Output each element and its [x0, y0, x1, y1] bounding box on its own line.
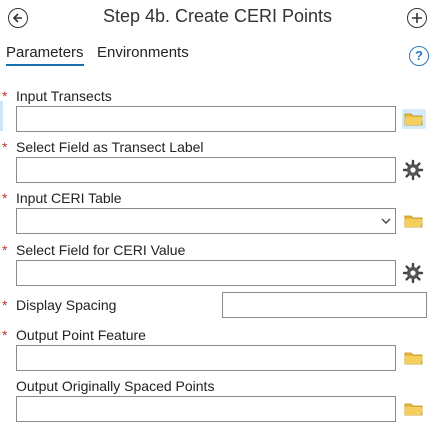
add-icon	[412, 13, 422, 23]
input-transects-label: Input Transects	[16, 88, 112, 104]
required-marker: *	[2, 297, 8, 313]
output-point-feature-browse-button[interactable]	[402, 348, 426, 368]
folder-icon	[404, 113, 423, 126]
transect-label-field-input[interactable]	[16, 157, 396, 183]
ceri-table-browse-button[interactable]	[402, 211, 426, 231]
transect-label-settings-button[interactable]	[402, 159, 424, 181]
tab-bar: Parameters Environments	[6, 44, 306, 70]
input-transects-browse-button[interactable]	[402, 109, 426, 129]
chevron-down-icon	[381, 218, 391, 224]
required-marker: *	[2, 139, 8, 155]
ceri-value-settings-button[interactable]	[402, 262, 424, 284]
tab-parameters[interactable]: Parameters	[6, 44, 84, 66]
gear-icon	[402, 159, 424, 181]
folder-icon	[404, 215, 423, 228]
input-transects-field[interactable]	[16, 106, 396, 132]
tab-environments[interactable]: Environments	[97, 44, 189, 61]
required-marker: *	[2, 190, 8, 206]
output-point-feature-field[interactable]	[16, 345, 396, 371]
display-spacing-label: Display Spacing	[16, 297, 117, 313]
page-title: Step 4b. Create CERI Points	[102, 6, 333, 26]
ceri-table-label: Input CERI Table	[16, 190, 122, 206]
gear-icon	[402, 262, 424, 284]
ceri-value-field-label: Select Field for CERI Value	[16, 242, 186, 258]
required-marker: *	[2, 242, 8, 258]
ceri-table-dropdown[interactable]	[16, 208, 396, 234]
help-icon: ?	[415, 48, 423, 63]
folder-icon	[404, 352, 423, 365]
output-point-feature-label: Output Point Feature	[16, 327, 146, 343]
active-field-indicator	[0, 101, 3, 131]
ceri-value-field-input[interactable]	[16, 260, 396, 286]
display-spacing-input[interactable]	[222, 292, 427, 318]
add-button[interactable]	[407, 8, 427, 28]
output-spaced-points-browse-button[interactable]	[402, 399, 426, 419]
required-marker: *	[2, 88, 8, 104]
output-spaced-points-field[interactable]	[16, 396, 396, 422]
help-button[interactable]: ?	[409, 46, 429, 66]
output-spaced-points-label: Output Originally Spaced Points	[16, 378, 215, 394]
folder-icon	[404, 403, 423, 416]
transect-label-field-label: Select Field as Transect Label	[16, 139, 204, 155]
required-marker: *	[2, 327, 8, 343]
